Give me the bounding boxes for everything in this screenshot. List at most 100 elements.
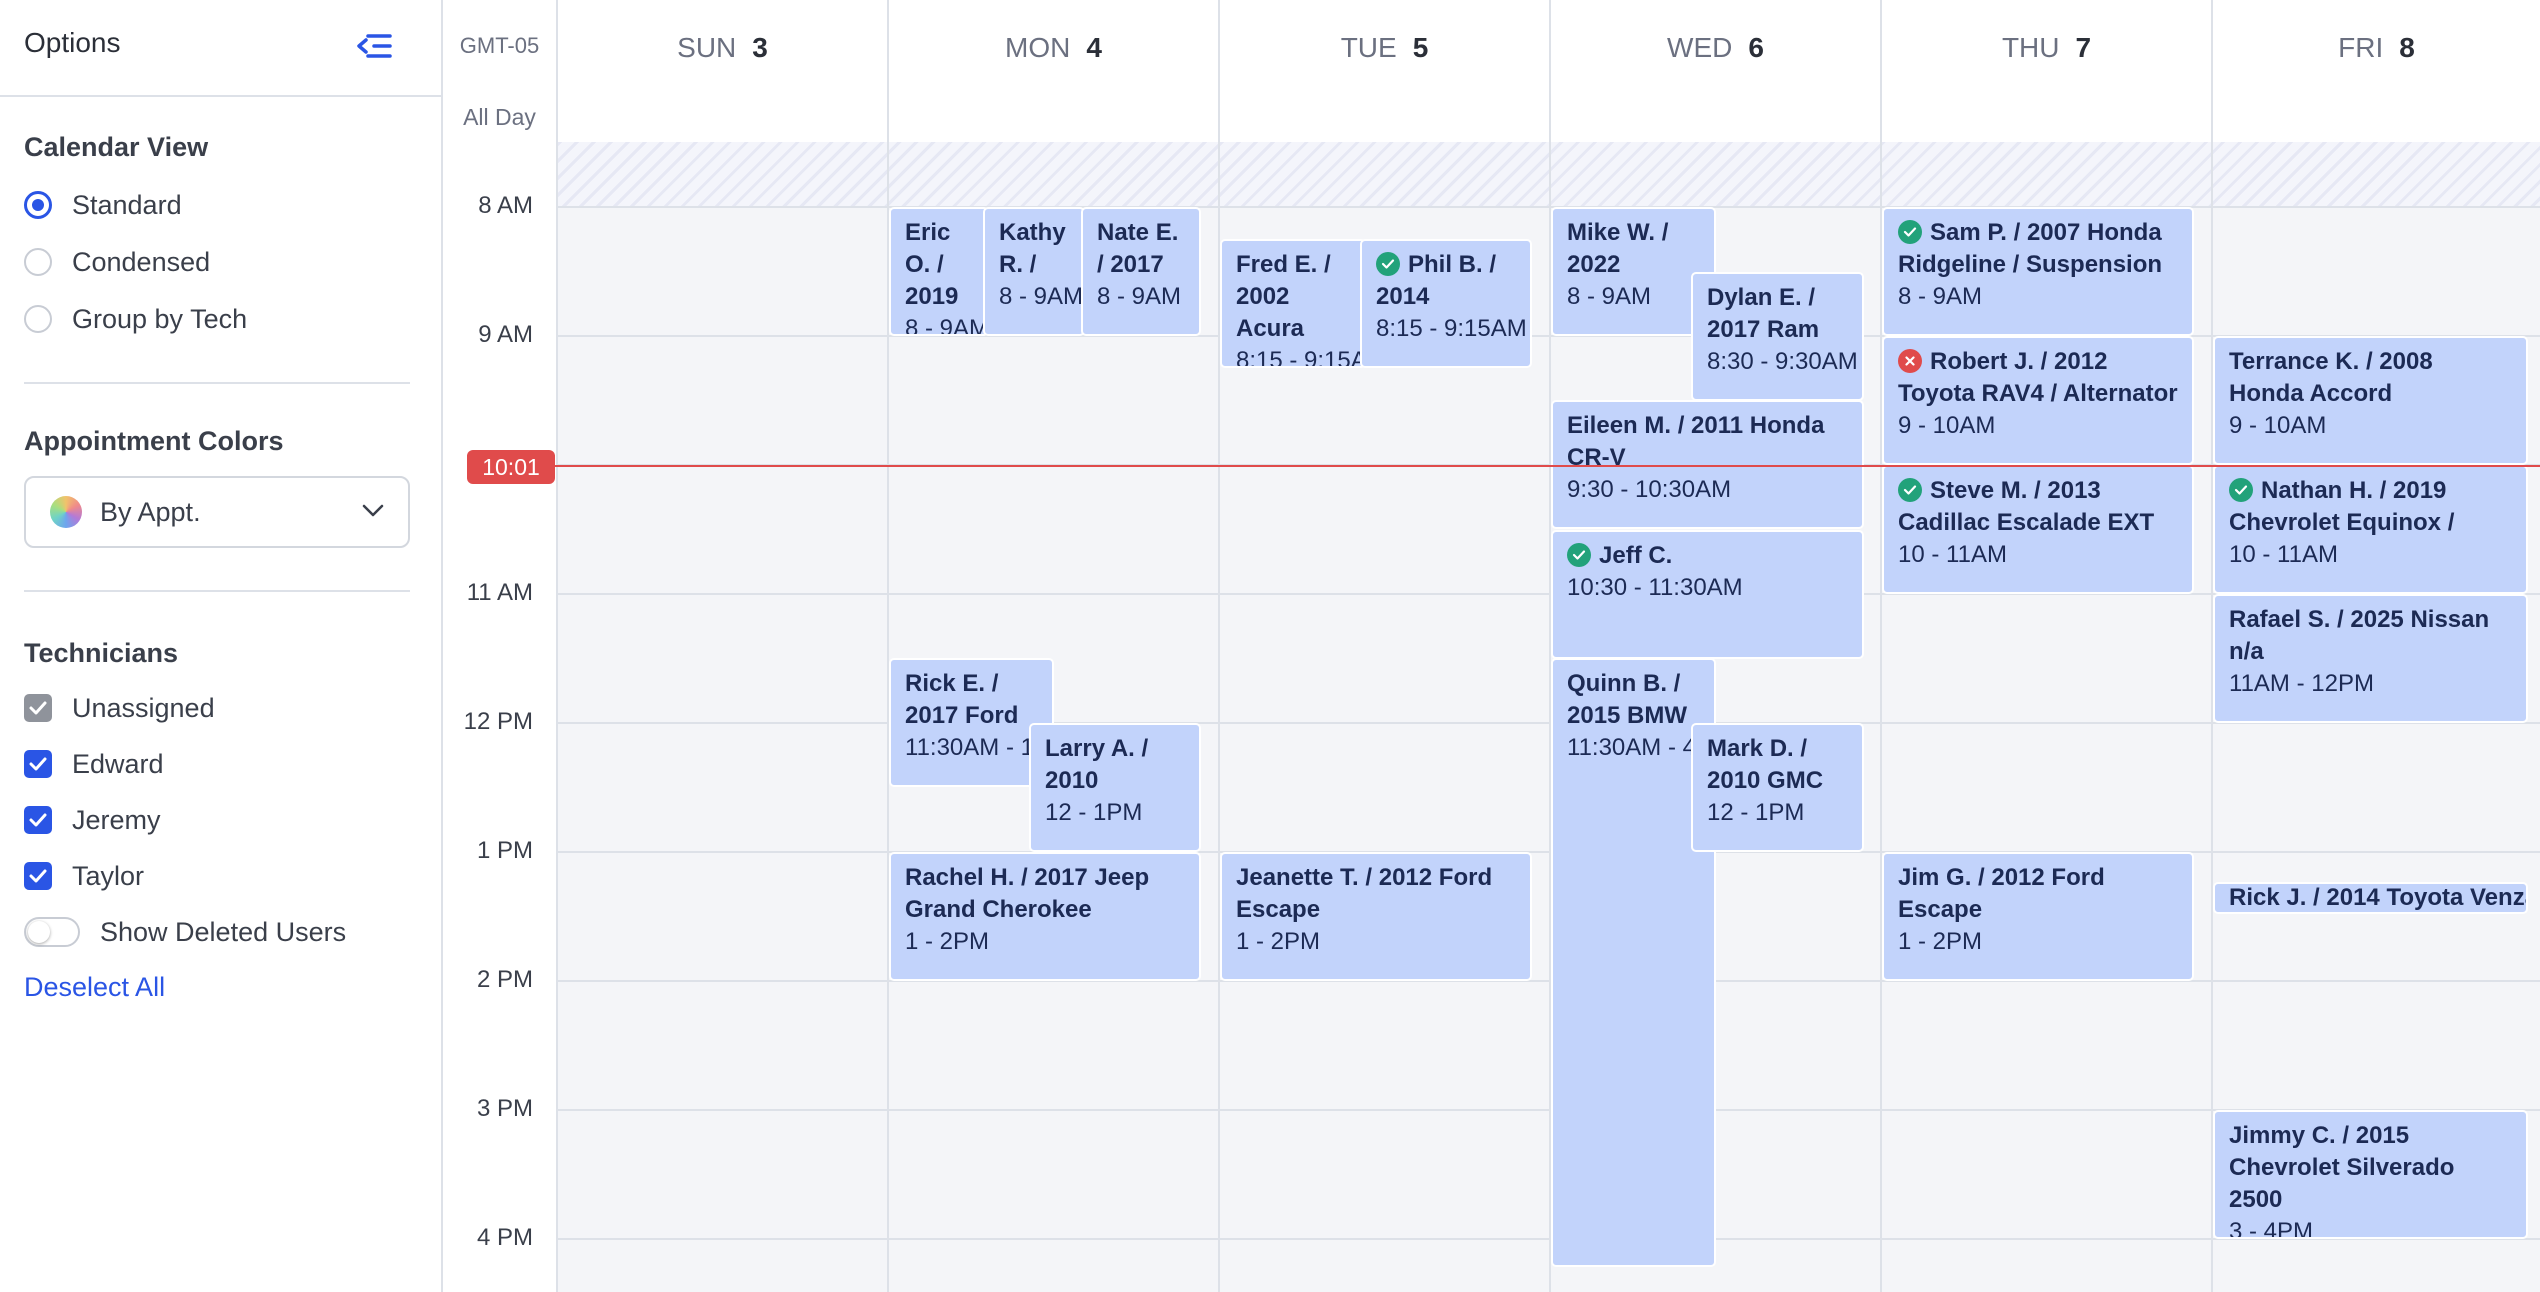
- appointment-title: Mike W. / 2022: [1567, 219, 1669, 278]
- checkbox-checked-icon: [24, 862, 52, 890]
- technician-jeremy-checkbox[interactable]: Jeremy: [24, 800, 161, 840]
- appointment-time: 9 - 10AM: [2229, 412, 2327, 439]
- appointment-card[interactable]: Phil B. / 2014 8:15 - 9:15AM: [1360, 239, 1532, 368]
- appointment-title-text: Steve M. / 2013 Cadillac Escalade EXT: [1898, 477, 2155, 536]
- appointment-title: Sam P. / 2007 Honda Ridgeline / Suspensi…: [1898, 217, 2178, 281]
- appointment-title: Robert J. / 2012 Toyota RAV4 / Alternato…: [1898, 346, 2178, 410]
- appointment-card[interactable]: Nate E. / 2017 8 - 9AM: [1081, 207, 1201, 336]
- appointment-title: Kathy R. /: [999, 219, 1066, 278]
- appointment-card[interactable]: Mark D. / 2010 GMC 12 - 1PM: [1691, 723, 1864, 852]
- appointment-card[interactable]: Sam P. / 2007 Honda Ridgeline / Suspensi…: [1882, 207, 2194, 336]
- day-header-fri[interactable]: FRI 8: [2213, 0, 2540, 95]
- all-day-cell[interactable]: [1551, 95, 1882, 142]
- appointment-colors-title: Appointment Colors: [24, 426, 284, 456]
- appointment-card[interactable]: Jimmy C. / 2015 Chevrolet Silverado 2500…: [2213, 1110, 2528, 1239]
- technician-edward-checkbox[interactable]: Edward: [24, 744, 164, 784]
- appointment-time: 9:30 - 10:30AM: [1567, 476, 1732, 503]
- appointment-card[interactable]: Eric O. / 2019 8 - 9AM: [889, 207, 989, 336]
- technician-label: Taylor: [72, 860, 145, 891]
- appointment-card[interactable]: Rafael S. / 2025 Nissan n/a 11AM - 12PM: [2213, 594, 2528, 723]
- appointment-time: 10 - 11AM: [2229, 541, 2338, 568]
- deselect-all-link[interactable]: Deselect All: [24, 972, 165, 1003]
- appointment-time: 1 - 2PM: [1236, 928, 1321, 955]
- appointment-title: Rafael S. / 2025 Nissan n/a: [2229, 606, 2490, 665]
- all-day-cell[interactable]: [558, 95, 889, 142]
- day-header-wed[interactable]: WED 6: [1551, 0, 1882, 95]
- appointment-time: 12 - 1PM: [1707, 799, 1805, 826]
- appointment-title: Mark D. / 2010 GMC: [1707, 735, 1824, 794]
- appointment-card[interactable]: Rachel H. / 2017 Jeep Grand Cherokee 1 -…: [889, 852, 1201, 981]
- technician-label: Edward: [72, 748, 164, 779]
- appointment-card[interactable]: Robert J. / 2012 Toyota RAV4 / Alternato…: [1882, 336, 2194, 465]
- divider: [24, 590, 410, 592]
- appointment-title: Larry A. / 2010: [1045, 735, 1149, 794]
- day-name: FRI: [2338, 31, 2384, 63]
- appointment-time: 8 - 9AM: [1567, 283, 1652, 310]
- day-number: 8: [2399, 31, 2415, 63]
- view-group-by-tech-radio[interactable]: Group by Tech: [24, 299, 247, 339]
- appointment-colors-select[interactable]: By Appt.: [24, 476, 410, 548]
- hour-label: 2 PM: [476, 966, 533, 993]
- check-icon: [1567, 542, 1591, 567]
- appointment-time: 12 - 1PM: [1045, 799, 1143, 826]
- appointment-time: 8:30 - 9:30AM: [1707, 348, 1858, 375]
- view-standard-radio[interactable]: Standard: [24, 185, 182, 225]
- appointment-title: Rick J. / 2014 Toyota Venza: [2229, 884, 2528, 911]
- all-day-cell[interactable]: [2213, 95, 2540, 142]
- appointment-time: 10 - 11AM: [1898, 541, 2007, 568]
- appointment-time: 10:30 - 11:30AM: [1567, 574, 1743, 601]
- appointment-card[interactable]: Rick J. / 2014 Toyota Venza: [2213, 882, 2528, 914]
- appointment-card[interactable]: Dylan E. / 2017 Ram 8:30 - 9:30AM: [1691, 272, 1864, 401]
- check-icon: [1376, 251, 1400, 276]
- check-icon: [2229, 477, 2253, 502]
- divider: [24, 382, 410, 384]
- appointment-title: Rachel H. / 2017 Jeep Grand Cherokee: [905, 864, 1150, 923]
- all-day-cell[interactable]: [889, 95, 1220, 142]
- checkbox-checked-icon: [24, 694, 52, 722]
- appointment-card[interactable]: Larry A. / 2010 12 - 1PM: [1029, 723, 1201, 852]
- appointment-title: Jim G. / 2012 Ford Escape: [1898, 864, 2105, 923]
- day-number: 4: [1086, 31, 1102, 63]
- show-deleted-users-toggle[interactable]: Show Deleted Users: [24, 912, 346, 952]
- appointment-card[interactable]: Nathan H. / 2019 Chevrolet Equinox / 10 …: [2213, 465, 2528, 594]
- day-header-tue[interactable]: TUE 5: [1220, 0, 1551, 95]
- day-name: TUE: [1340, 31, 1397, 63]
- appointment-time: 1 - 2PM: [905, 928, 990, 955]
- appointment-card[interactable]: Jeff C. 10:30 - 11:30AM: [1551, 530, 1864, 659]
- hour-label: 9 AM: [478, 321, 533, 348]
- time-gutter: GMT-05 All Day 8 AM 9 AM 11 AM 12 PM 1 P…: [443, 0, 558, 1292]
- technician-taylor-checkbox[interactable]: Taylor: [24, 856, 144, 896]
- all-day-cell[interactable]: [1220, 95, 1551, 142]
- calendar-view-title: Calendar View: [24, 132, 209, 162]
- hour-label: 11 AM: [466, 579, 533, 606]
- appointment-card[interactable]: Kathy R. / 8 - 9AM: [983, 207, 1085, 336]
- collapse-sidebar-icon[interactable]: [354, 28, 394, 64]
- appointment-title-text: Jeff C.: [1599, 542, 1673, 569]
- options-sidebar: Options Calendar View Standard Condensed…: [0, 0, 443, 1292]
- color-wheel-icon: [50, 496, 82, 528]
- appointment-time: 1 - 2PM: [1898, 928, 1983, 955]
- appointment-title: Dylan E. / 2017 Ram: [1707, 284, 1820, 343]
- day-header-sun[interactable]: SUN 3: [558, 0, 889, 95]
- appointment-card[interactable]: Steve M. / 2013 Cadillac Escalade EXT 10…: [1882, 465, 2194, 594]
- view-standard-label: Standard: [72, 189, 182, 220]
- day-header-mon[interactable]: MON 4: [889, 0, 1220, 95]
- appointment-title: Rick E. / 2017 Ford: [905, 670, 1019, 729]
- appointment-time: 9 - 10AM: [1898, 412, 1996, 439]
- technician-unassigned-checkbox[interactable]: Unassigned: [24, 688, 215, 728]
- appointment-card[interactable]: Terrance K. / 2008 Honda Accord 9 - 10AM: [2213, 336, 2528, 465]
- appointment-card[interactable]: Jim G. / 2012 Ford Escape 1 - 2PM: [1882, 852, 2194, 981]
- hour-label: 8 AM: [478, 192, 533, 219]
- view-condensed-radio[interactable]: Condensed: [24, 242, 210, 282]
- appointment-title: Phil B. / 2014: [1376, 249, 1516, 313]
- appointment-card[interactable]: Jeanette T. / 2012 Ford Escape 1 - 2PM: [1220, 852, 1532, 981]
- day-number: 6: [1748, 31, 1764, 63]
- appointment-card[interactable]: Fred E. / 2002 Acura 8:15 - 9:15AM: [1220, 239, 1366, 368]
- appointment-title: Fred E. / 2002 Acura: [1236, 251, 1331, 342]
- checkbox-checked-icon: [24, 750, 52, 778]
- all-day-cell[interactable]: [1882, 95, 2213, 142]
- appointment-title: Nate E. / 2017: [1097, 219, 1179, 278]
- appointment-time: 11:30AM - 4: [1567, 734, 1696, 761]
- hour-label: 3 PM: [476, 1095, 533, 1122]
- day-header-thu[interactable]: THU 7: [1882, 0, 2213, 95]
